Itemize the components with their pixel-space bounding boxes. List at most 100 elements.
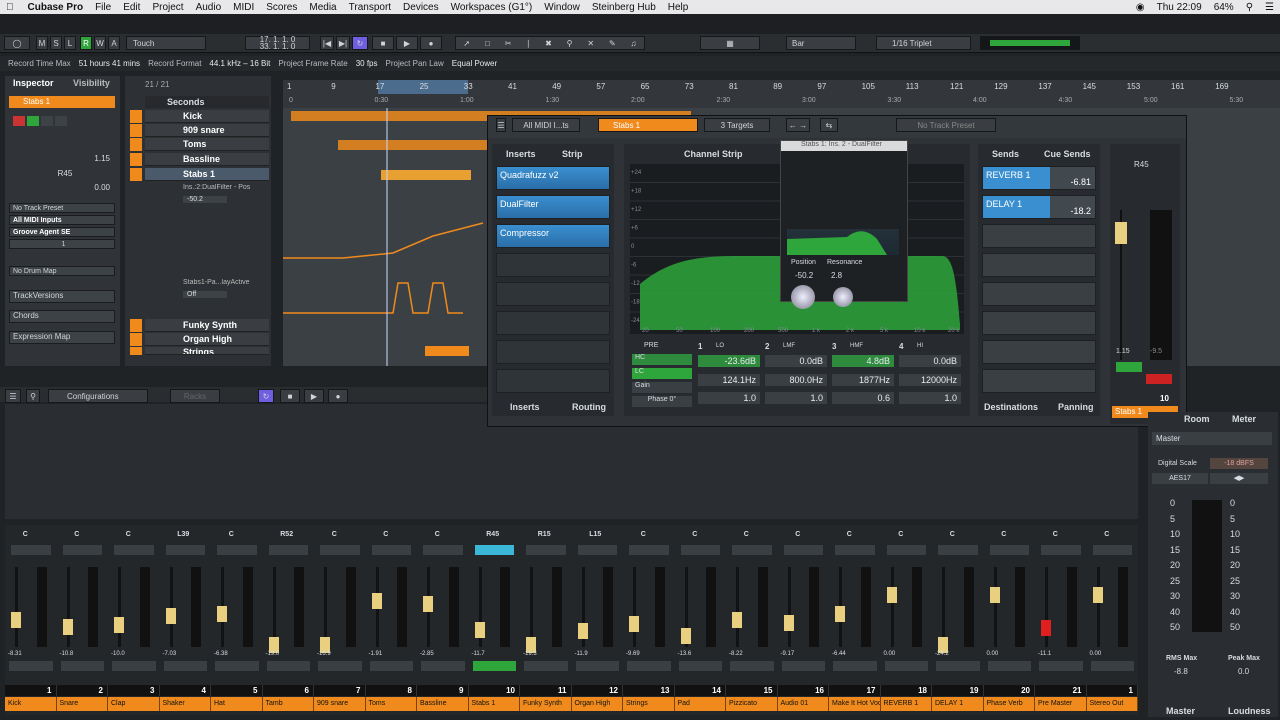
- channel-pan[interactable]: C: [23, 531, 28, 538]
- inserts-tab[interactable]: Inserts: [506, 149, 536, 159]
- insert-slot-3[interactable]: Compressor: [496, 224, 610, 248]
- configurations-select[interactable]: Configurations: [48, 389, 148, 403]
- tab-visibility[interactable]: Visibility: [73, 78, 110, 91]
- channel-pan[interactable]: C: [1104, 531, 1109, 538]
- channel-name[interactable]: Phase Verb: [983, 697, 1035, 711]
- channel-name[interactable]: Audio 01: [777, 697, 829, 711]
- channel-volume-value[interactable]: 0.00: [1090, 651, 1102, 657]
- channel-name[interactable]: DELAY 1: [932, 697, 984, 711]
- mute-button[interactable]: M: [36, 36, 48, 50]
- loudness-tab[interactable]: Loudness: [1228, 706, 1271, 716]
- eq-band-type[interactable]: HI: [917, 343, 923, 349]
- channel-pan[interactable]: C: [692, 531, 697, 538]
- mute-tool-icon[interactable]: ✕: [587, 39, 594, 48]
- channel-volume-value[interactable]: -11.9: [575, 651, 588, 657]
- track-strings[interactable]: Strings: [145, 347, 269, 355]
- digital-scale-label[interactable]: Digital Scale: [1158, 460, 1197, 467]
- resonance-knob[interactable]: [833, 287, 853, 307]
- channel-volume-value[interactable]: -9.17: [781, 651, 795, 657]
- battery-status[interactable]: 64%: [1214, 2, 1234, 13]
- automation-lane-name[interactable]: Ins.:2:DualFilter - Pos: [183, 184, 267, 191]
- channel-read-write[interactable]: [936, 661, 980, 671]
- channel-pan[interactable]: C: [383, 531, 388, 538]
- channel-name[interactable]: REVERB 1: [880, 697, 932, 711]
- channel-read-write[interactable]: [215, 661, 259, 671]
- send-slot-4[interactable]: [982, 253, 1096, 277]
- fader-handle[interactable]: [835, 606, 845, 623]
- channel-mute-solo[interactable]: [62, 545, 102, 555]
- channel-volume-value[interactable]: -7.03: [163, 651, 177, 657]
- tab-inspector[interactable]: Inspector: [13, 78, 54, 91]
- record-button[interactable]: ●: [420, 36, 442, 50]
- nav-prev-next[interactable]: ← →: [786, 118, 810, 132]
- room-tab[interactable]: Room: [1184, 414, 1210, 424]
- track-bassline[interactable]: Bassline: [145, 153, 269, 166]
- timeline-ruler[interactable]: 1 9 17 25 33 41 49 57 65 73 81 89 97 105 113 121 129 137 1…: [283, 80, 1280, 108]
- send-slot-8[interactable]: [982, 369, 1096, 393]
- inspector-track-name[interactable]: Stabs 1: [9, 96, 115, 108]
- strip-volume-value[interactable]: 1.15: [1116, 348, 1130, 355]
- fader-handle[interactable]: [474, 622, 485, 639]
- track-preset-select[interactable]: No Track Preset: [9, 203, 115, 213]
- zoom-tool-icon[interactable]: ⚲: [567, 39, 573, 48]
- aes17-button[interactable]: AES17: [1152, 473, 1208, 484]
- channel-pan[interactable]: R15: [538, 531, 551, 538]
- menu-steinberg-hub[interactable]: Steinberg Hub: [592, 2, 656, 13]
- channel-read-write[interactable]: [781, 661, 825, 671]
- channel-read-write[interactable]: [369, 661, 413, 671]
- fader-handle[interactable]: [165, 608, 176, 625]
- channel-menu-icon[interactable]: ☰: [496, 118, 506, 132]
- strip-fader-handle[interactable]: [1115, 222, 1127, 244]
- channel-preset-select[interactable]: No Track Preset: [896, 118, 996, 132]
- fader-handle[interactable]: [371, 592, 382, 609]
- channel-mute-solo[interactable]: [783, 545, 823, 555]
- track-funky-synth[interactable]: Funky Synth: [145, 319, 269, 332]
- channel-mute-solo[interactable]: [423, 545, 463, 555]
- channel-mute-solo[interactable]: [11, 545, 51, 555]
- quantize-preset-select[interactable]: 1/16 Triplet: [876, 36, 971, 50]
- midi-input-select[interactable]: All MIDI Inputs: [9, 215, 115, 225]
- send-slot-7[interactable]: [982, 340, 1096, 364]
- channel-mute-solo[interactable]: [629, 545, 669, 555]
- channel-read-write[interactable]: [472, 661, 516, 671]
- track-toms[interactable]: Toms: [145, 138, 269, 151]
- mixer-record-button[interactable]: ●: [328, 389, 348, 403]
- go-to-end-button[interactable]: ▶|: [336, 36, 350, 50]
- channel-pan[interactable]: C: [1053, 531, 1058, 538]
- section-expression-map[interactable]: Expression Map: [9, 331, 115, 344]
- channel-volume-value[interactable]: -24.2: [935, 651, 949, 657]
- midi-channel-select[interactable]: 1: [9, 239, 115, 249]
- channel-pan[interactable]: C: [1001, 531, 1006, 538]
- eq-band-gain[interactable]: 0.0dB: [765, 355, 827, 367]
- channel-read-write[interactable]: [627, 661, 671, 671]
- insert-slot-5[interactable]: [496, 282, 610, 306]
- channel-volume-value[interactable]: -10.8: [60, 651, 74, 657]
- listen-button[interactable]: L: [64, 36, 76, 50]
- erase-tool-icon[interactable]: ✖: [545, 39, 552, 48]
- channel-volume-value[interactable]: -6.38: [214, 651, 228, 657]
- inspector-offset[interactable]: 0.00: [45, 183, 110, 192]
- apple-icon[interactable]: : [6, 2, 14, 13]
- mixer-zoom-icon[interactable]: ⚲: [26, 389, 40, 403]
- eq-band-type[interactable]: HMF: [850, 343, 863, 349]
- mixer-cycle-button[interactable]: ↻: [258, 389, 274, 403]
- channel-read-write[interactable]: [112, 661, 156, 671]
- menu-workspaces[interactable]: Workspaces (G1°): [451, 2, 533, 13]
- fader-handle[interactable]: [577, 622, 588, 639]
- low-cut-filter[interactable]: LC: [632, 368, 692, 379]
- fader-handle[interactable]: [680, 627, 691, 644]
- track-909-snare[interactable]: 909 snare: [145, 124, 269, 137]
- pan-law-value[interactable]: Equal Power: [452, 59, 497, 68]
- fader-handle[interactable]: [629, 616, 639, 633]
- fader-handle[interactable]: [783, 614, 794, 631]
- channel-name[interactable]: Funky Synth: [520, 697, 572, 711]
- clock[interactable]: Thu 22:09: [1157, 2, 1202, 13]
- channel-read-write[interactable]: [421, 661, 465, 671]
- channel-volume-value[interactable]: -2.85: [420, 651, 434, 657]
- track-kick[interactable]: Kick: [145, 110, 269, 123]
- channel-mute-solo[interactable]: [114, 545, 154, 555]
- channel-volume-value[interactable]: -19.0: [266, 651, 280, 657]
- channel-pan[interactable]: C: [744, 531, 749, 538]
- master-select[interactable]: Master: [1152, 432, 1272, 445]
- fader-handle[interactable]: [217, 606, 227, 623]
